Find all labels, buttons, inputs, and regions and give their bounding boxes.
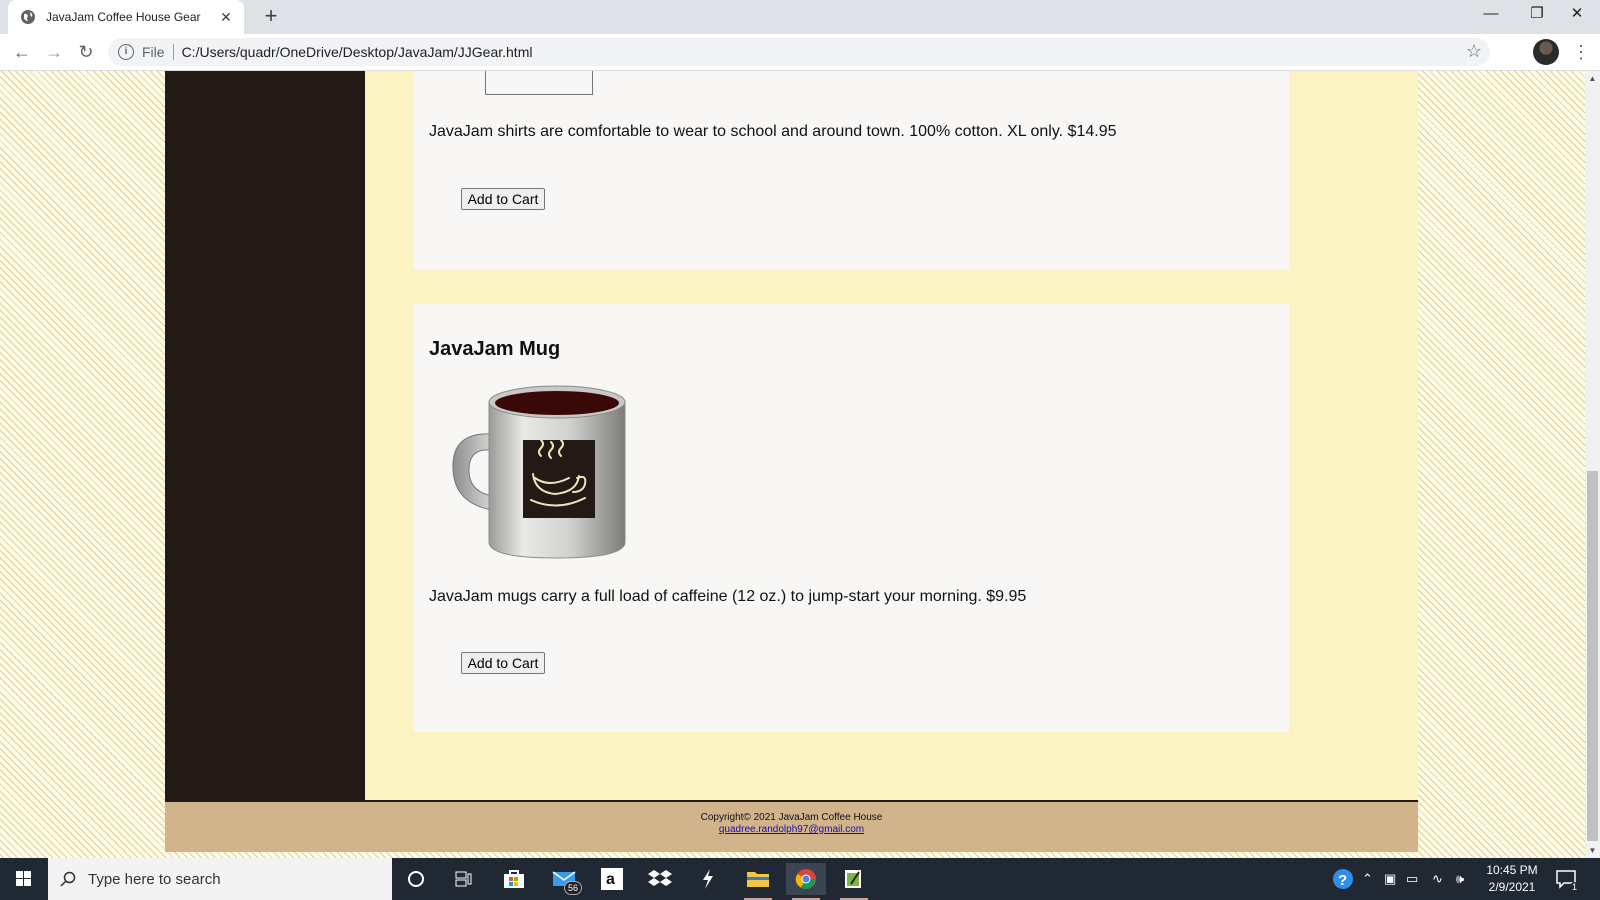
svg-text:a: a (606, 871, 615, 888)
scroll-up-icon[interactable]: ▲ (1585, 71, 1600, 86)
reload-icon[interactable]: ↻ (72, 38, 100, 66)
amazon-icon[interactable]: a (592, 863, 632, 895)
new-tab-button[interactable]: + (259, 4, 283, 28)
bolt-app-icon[interactable] (688, 863, 728, 895)
volume-icon[interactable]: 🕪 (1456, 858, 1464, 900)
footer-email-link[interactable]: quadree.randolph97@gmail.com (165, 824, 1418, 836)
globe-icon (21, 10, 35, 24)
page-wrapper: JavaJam shirts are comfortable to wear t… (165, 71, 1418, 851)
close-window-icon[interactable]: ✕ (1554, 0, 1600, 30)
menu-icon[interactable]: ⋮ (1572, 40, 1590, 64)
mug-description: JavaJam mugs carry a full load of caffei… (429, 588, 1027, 605)
nav-column (165, 71, 365, 801)
clock-date: 2/9/2021 (1488, 880, 1536, 894)
taskbar: Type here to search 56 a ? ⌃ ▣ ▭ ∿ 🕪 10:… (0, 858, 1600, 900)
page-scrollbar[interactable]: ▲ ▼ (1585, 71, 1600, 858)
wifi-icon[interactable]: ∿ (1432, 858, 1443, 900)
help-icon[interactable]: ? (1332, 858, 1354, 900)
page-footer: Copyright© 2021 JavaJam Coffee House qua… (165, 800, 1418, 852)
task-view-icon[interactable] (444, 863, 484, 895)
forward-icon[interactable]: → (40, 38, 68, 66)
page-viewport: JavaJam shirts are comfortable to wear t… (0, 71, 1585, 858)
browser-tab[interactable]: JavaJam Coffee House Gear ✕ (8, 0, 244, 34)
scroll-down-icon[interactable]: ▼ (1585, 843, 1600, 858)
profile-avatar[interactable] (1533, 39, 1559, 65)
search-icon (60, 871, 76, 887)
tab-strip: JavaJam Coffee House Gear ✕ + — ❐ ✕ (0, 0, 1600, 34)
windows-start-button[interactable] (0, 858, 48, 900)
url-text[interactable]: C:/Users/quadr/OneDrive/Desktop/JavaJam/… (182, 44, 533, 60)
search-placeholder: Type here to search (88, 870, 221, 888)
system-clock[interactable]: 10:45 PM 2/9/2021 (1480, 862, 1544, 896)
meet-now-icon[interactable]: ▣ (1384, 858, 1396, 900)
clock-time: 10:45 PM (1486, 863, 1538, 877)
add-to-cart-shirt-button[interactable]: Add to Cart (461, 188, 545, 210)
cortana-icon[interactable] (396, 863, 436, 895)
mail-icon[interactable]: 56 (544, 863, 584, 895)
chevron-up-icon[interactable]: ⌃ (1362, 858, 1373, 900)
info-icon[interactable]: i (118, 44, 134, 60)
product-card-shirt: JavaJam shirts are comfortable to wear t… (413, 71, 1289, 269)
chrome-icon[interactable] (786, 863, 826, 900)
shirt-image (485, 71, 593, 95)
tab-title: JavaJam Coffee House Gear (46, 10, 201, 24)
star-icon[interactable]: ☆ (1466, 41, 1482, 62)
minimize-icon[interactable]: — (1468, 0, 1514, 30)
taskbar-search-box[interactable]: Type here to search (48, 858, 392, 900)
notification-count: 1 (1569, 882, 1579, 892)
mug-image (452, 385, 626, 559)
mail-badge: 56 (563, 881, 582, 895)
product-card-mug: JavaJam Mug JavaJam mugs carry a full lo… (413, 304, 1289, 732)
scrollbar-thumb[interactable] (1587, 471, 1598, 841)
dropbox-icon[interactable] (640, 863, 680, 895)
windows-logo-icon (16, 871, 31, 886)
file-explorer-icon[interactable] (738, 863, 778, 900)
add-to-cart-mug-button[interactable]: Add to Cart (461, 652, 545, 674)
footer-copyright: Copyright© 2021 JavaJam Coffee House (700, 812, 883, 823)
address-bar[interactable]: i File C:/Users/quadr/OneDrive/Desktop/J… (108, 38, 1490, 66)
mug-title: JavaJam Mug (429, 338, 561, 360)
notification-center-icon[interactable]: 1 (1555, 868, 1579, 892)
browser-toolbar: ← → ↻ i File C:/Users/quadr/OneDrive/Des… (0, 34, 1600, 71)
file-label: File (142, 44, 165, 60)
battery-icon[interactable]: ▭ (1406, 858, 1418, 900)
back-icon[interactable]: ← (8, 38, 36, 66)
divider (172, 44, 174, 60)
shirt-description: JavaJam shirts are comfortable to wear t… (429, 123, 1117, 140)
notepad-plus-icon[interactable] (834, 863, 874, 900)
svg-text:?: ? (1338, 872, 1347, 889)
close-tab-icon[interactable]: ✕ (218, 9, 234, 26)
store-icon[interactable] (494, 863, 534, 895)
